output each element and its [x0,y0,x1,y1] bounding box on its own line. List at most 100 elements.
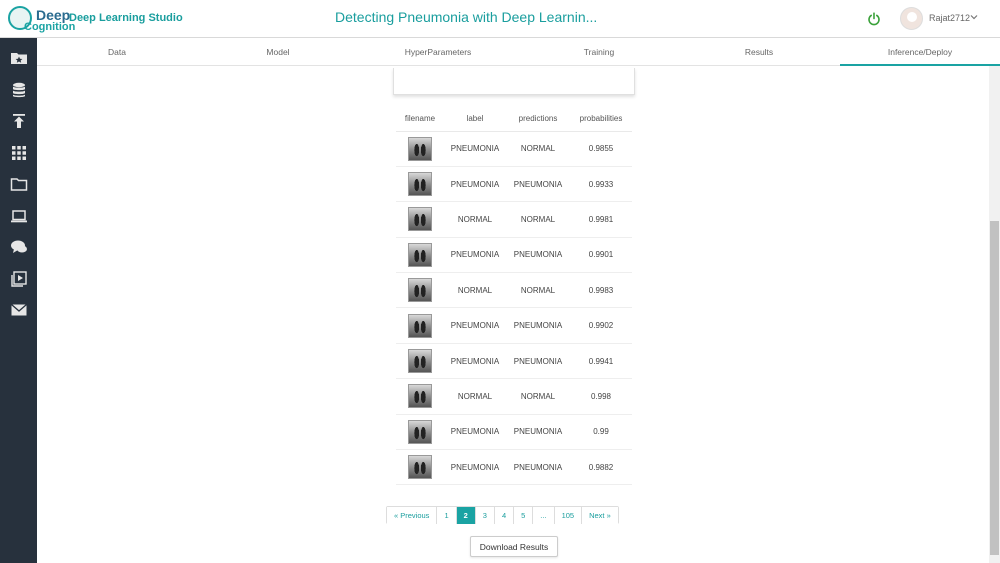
video-icon[interactable] [10,270,28,288]
xray-thumbnail[interactable] [408,419,432,444]
tab-training[interactable]: Training [519,38,679,66]
prediction-cell: PNEUMONIA [506,343,570,380]
xray-thumbnail-cell [396,343,444,380]
xray-thumbnail[interactable] [408,455,432,480]
tab-hyperparameters[interactable]: HyperParameters [358,38,518,66]
xray-thumbnail-cell [396,166,444,203]
logo-text-cognition: Cognition [24,21,76,33]
results-table: filename label predictions probabilities… [396,107,632,486]
probability-cell: 0.9901 [570,237,632,274]
column-header-predictions: predictions [506,107,570,132]
label-cell: PNEUMONIA [444,343,506,380]
page-button-5[interactable]: 5 [514,507,534,524]
probability-cell: 0.9941 [570,343,632,380]
app-name: Deep Learning Studio [69,12,183,24]
prediction-cell: NORMAL [506,272,570,309]
xray-thumbnail[interactable] [408,136,432,161]
app-window: Deep Cognition Deep Learning Studio Dete… [0,0,1000,563]
chevron-down-icon[interactable] [969,12,979,22]
xray-thumbnail-cell [396,449,444,486]
column-header-probabilities: probabilities [570,107,632,132]
pagination: « Previous 1 2 3 4 5 ... 105 Next » [386,506,619,524]
tab-data[interactable]: Data [37,38,197,66]
table-row: PNEUMONIA PNEUMONIA 0.9933 [396,166,632,203]
upload-card [393,68,635,95]
table-row: NORMAL NORMAL 0.9983 [396,272,632,309]
xray-thumbnail[interactable] [408,349,432,374]
probability-cell: 0.998 [570,378,632,415]
table-row: PNEUMONIA PNEUMONIA 0.9902 [396,307,632,344]
folder-icon[interactable] [10,175,28,193]
table-row: NORMAL NORMAL 0.9981 [396,201,632,238]
probability-cell: 0.9882 [570,449,632,486]
prediction-cell: NORMAL [506,201,570,238]
table-row: PNEUMONIA PNEUMONIA 0.9882 [396,449,632,486]
prediction-cell: PNEUMONIA [506,237,570,274]
prediction-cell: PNEUMONIA [506,307,570,344]
logo[interactable]: Deep Cognition [8,4,75,34]
tab-inference-deploy[interactable]: Inference/Deploy [840,38,1000,66]
xray-thumbnail[interactable] [408,384,432,409]
label-cell: PNEUMONIA [444,237,506,274]
main-content: filename label predictions probabilities… [37,66,989,563]
xray-thumbnail-cell [396,131,444,167]
table-row: PNEUMONIA NORMAL 0.9855 [396,131,632,167]
xray-thumbnail-cell [396,414,444,451]
page-button-105[interactable]: 105 [554,507,583,524]
label-cell: NORMAL [444,378,506,415]
page-ellipsis: ... [533,507,555,524]
prediction-cell: NORMAL [506,131,570,167]
label-cell: PNEUMONIA [444,307,506,344]
xray-thumbnail[interactable] [408,313,432,338]
probability-cell: 0.9855 [570,131,632,167]
xray-thumbnail[interactable] [408,278,432,303]
sidebar [0,38,37,563]
tab-results[interactable]: Results [679,38,839,66]
table-row: PNEUMONIA PNEUMONIA 0.9901 [396,237,632,274]
top-header: Deep Cognition Deep Learning Studio Dete… [0,0,1000,38]
page-button-1[interactable]: 1 [437,507,457,524]
probability-cell: 0.9933 [570,166,632,203]
upload-icon[interactable] [10,112,28,130]
xray-thumbnail-cell [396,307,444,344]
xray-thumbnail[interactable] [408,242,432,267]
chat-icon[interactable] [10,238,28,256]
probability-cell: 0.9981 [570,201,632,238]
folder-star-icon[interactable] [10,49,28,67]
tab-model[interactable]: Model [198,38,358,66]
prediction-cell: NORMAL [506,378,570,415]
prediction-cell: PNEUMONIA [506,414,570,451]
page-button-2-current[interactable]: 2 [456,507,476,524]
grid-icon[interactable] [10,144,28,162]
xray-thumbnail[interactable] [408,207,432,232]
table-row: PNEUMONIA PNEUMONIA 0.99 [396,414,632,451]
prediction-cell: PNEUMONIA [506,166,570,203]
column-header-label: label [444,107,506,132]
scrollbar-thumb[interactable] [990,221,999,555]
xray-thumbnail-cell [396,272,444,309]
table-row: PNEUMONIA PNEUMONIA 0.9941 [396,343,632,380]
avatar[interactable] [900,7,923,30]
username[interactable]: Rajat2712 [929,13,970,23]
mail-icon[interactable] [10,301,28,319]
tab-bar: Data Model HyperParameters Training Resu… [37,38,1000,66]
label-cell: PNEUMONIA [444,449,506,486]
prediction-cell: PNEUMONIA [506,449,570,486]
label-cell: NORMAL [444,201,506,238]
probability-cell: 0.9983 [570,272,632,309]
page-button-4[interactable]: 4 [494,507,515,524]
power-icon[interactable] [867,12,881,26]
label-cell: PNEUMONIA [444,131,506,167]
next-page-button[interactable]: Next » [582,507,618,524]
database-icon[interactable] [10,81,28,99]
download-results-button[interactable]: Download Results [470,536,558,557]
page-button-3[interactable]: 3 [475,507,495,524]
vertical-scrollbar[interactable] [989,66,1000,563]
laptop-icon[interactable] [10,207,28,225]
previous-page-button[interactable]: « Previous [387,507,438,524]
project-title: Detecting Pneumonia with Deep Learnin... [335,9,598,25]
xray-thumbnail[interactable] [408,172,432,197]
label-cell: NORMAL [444,272,506,309]
probability-cell: 0.99 [570,414,632,451]
label-cell: PNEUMONIA [444,166,506,203]
